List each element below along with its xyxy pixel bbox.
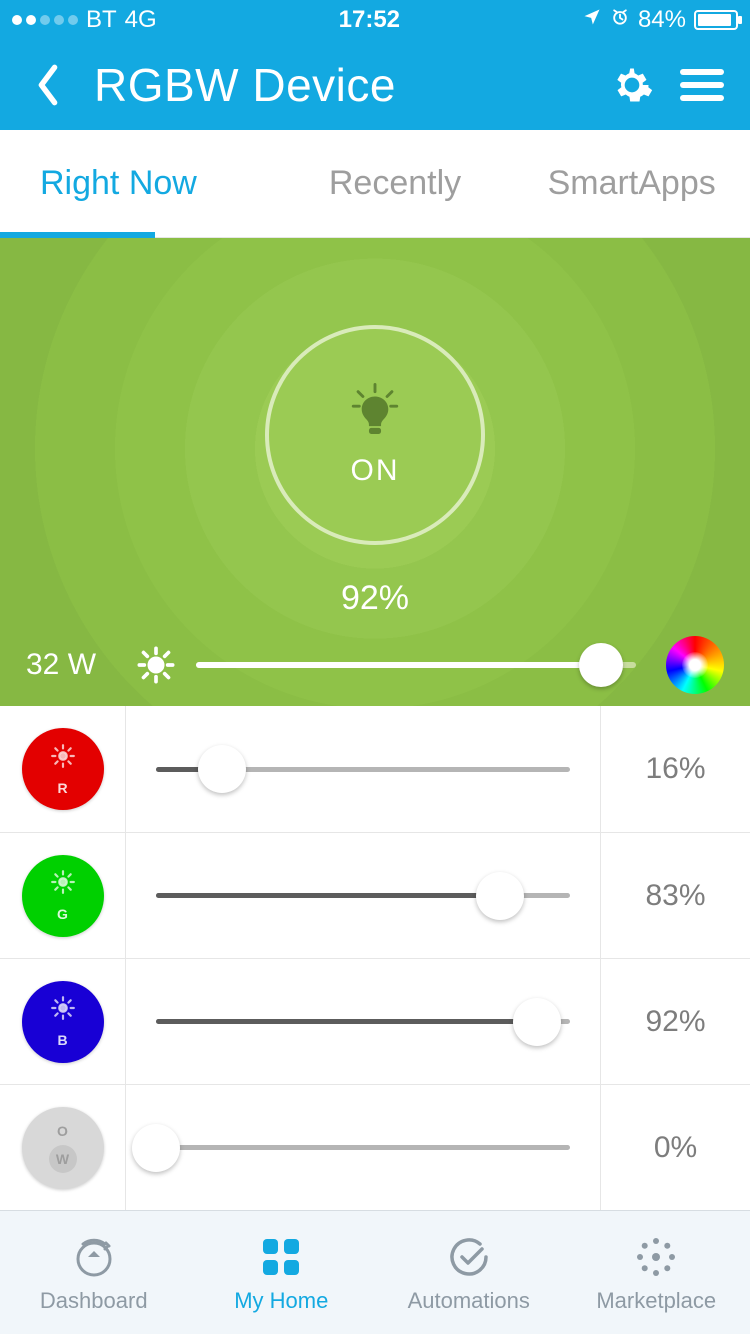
nav-label: Marketplace (596, 1288, 716, 1314)
channel-toggle-r[interactable]: R (0, 706, 126, 832)
page-title: RGBW Device (94, 58, 586, 112)
channel-letter: W (49, 1145, 77, 1173)
sun-icon (50, 869, 76, 900)
battery-pct-label: 84% (638, 6, 686, 34)
dashboard-icon (70, 1232, 118, 1282)
nav-automations[interactable]: Automations (375, 1211, 563, 1334)
status-bar: BT 4G 17:52 84% (0, 0, 750, 40)
color-picker-button[interactable] (666, 636, 724, 694)
nav-my-home[interactable]: My Home (188, 1211, 376, 1334)
channel-letter: G (57, 906, 68, 922)
view-tabs: Right Now Recently SmartApps (0, 130, 750, 238)
network-label: 4G (125, 6, 157, 34)
nav-label: Automations (408, 1288, 530, 1314)
device-panel: ON 92% 32 W (0, 238, 750, 706)
tab-label: Recently (329, 164, 461, 203)
settings-button[interactable] (608, 61, 656, 109)
power-off-icon: O (57, 1123, 68, 1139)
back-button[interactable] (24, 61, 72, 109)
bottom-nav: Dashboard My Home Automations Marketplac… (0, 1210, 750, 1334)
channel-toggle-w[interactable]: OW (0, 1085, 126, 1210)
alarm-icon (610, 6, 630, 34)
bulb-icon (346, 382, 404, 440)
channel-letter: R (57, 780, 67, 796)
channel-value-b: 92% (600, 959, 750, 1084)
channel-slider-b[interactable] (156, 997, 570, 1047)
brightness-slider[interactable] (196, 640, 636, 690)
tab-label: SmartApps (548, 164, 716, 203)
asterisk-icon (632, 1232, 680, 1282)
tab-right-now[interactable]: Right Now (0, 130, 277, 237)
nav-label: My Home (234, 1288, 328, 1314)
battery-icon (694, 10, 738, 30)
brightness-icon (136, 645, 176, 685)
nav-marketplace[interactable]: Marketplace (563, 1211, 750, 1334)
clock-label: 17:52 (339, 6, 400, 34)
tab-label: Right Now (40, 164, 197, 203)
sun-icon (50, 743, 76, 774)
signal-dots-icon (12, 15, 78, 25)
channel-list: R 16% G 83% B 92% OW 0% (0, 706, 750, 1210)
channel-slider-w[interactable] (156, 1123, 570, 1173)
channel-value-r: 16% (600, 706, 750, 832)
sun-icon (50, 995, 76, 1026)
channel-row-g: G 83% (0, 832, 750, 958)
channel-toggle-b[interactable]: B (0, 959, 126, 1084)
nav-dashboard[interactable]: Dashboard (0, 1211, 188, 1334)
nav-label: Dashboard (40, 1288, 148, 1314)
channel-row-r: R 16% (0, 706, 750, 832)
channel-slider-g[interactable] (156, 871, 570, 921)
channel-letter: B (57, 1032, 67, 1048)
channel-value-w: 0% (600, 1085, 750, 1210)
grid-icon (259, 1232, 303, 1282)
location-icon (582, 6, 602, 34)
app-header: RGBW Device (0, 40, 750, 130)
tab-recently[interactable]: Recently (277, 130, 514, 237)
channel-value-g: 83% (600, 833, 750, 958)
brightness-value-label: 92% (341, 579, 409, 618)
check-circle-icon (445, 1232, 493, 1282)
channel-row-b: B 92% (0, 958, 750, 1084)
tab-smartapps[interactable]: SmartApps (513, 130, 750, 237)
power-toggle[interactable]: ON (265, 325, 485, 545)
wattage-label: 32 W (26, 648, 116, 682)
power-state-label: ON (351, 454, 400, 488)
channel-slider-r[interactable] (156, 744, 570, 794)
channel-toggle-g[interactable]: G (0, 833, 126, 958)
menu-button[interactable] (678, 61, 726, 109)
channel-row-w: OW 0% (0, 1084, 750, 1210)
carrier-label: BT (86, 6, 117, 34)
